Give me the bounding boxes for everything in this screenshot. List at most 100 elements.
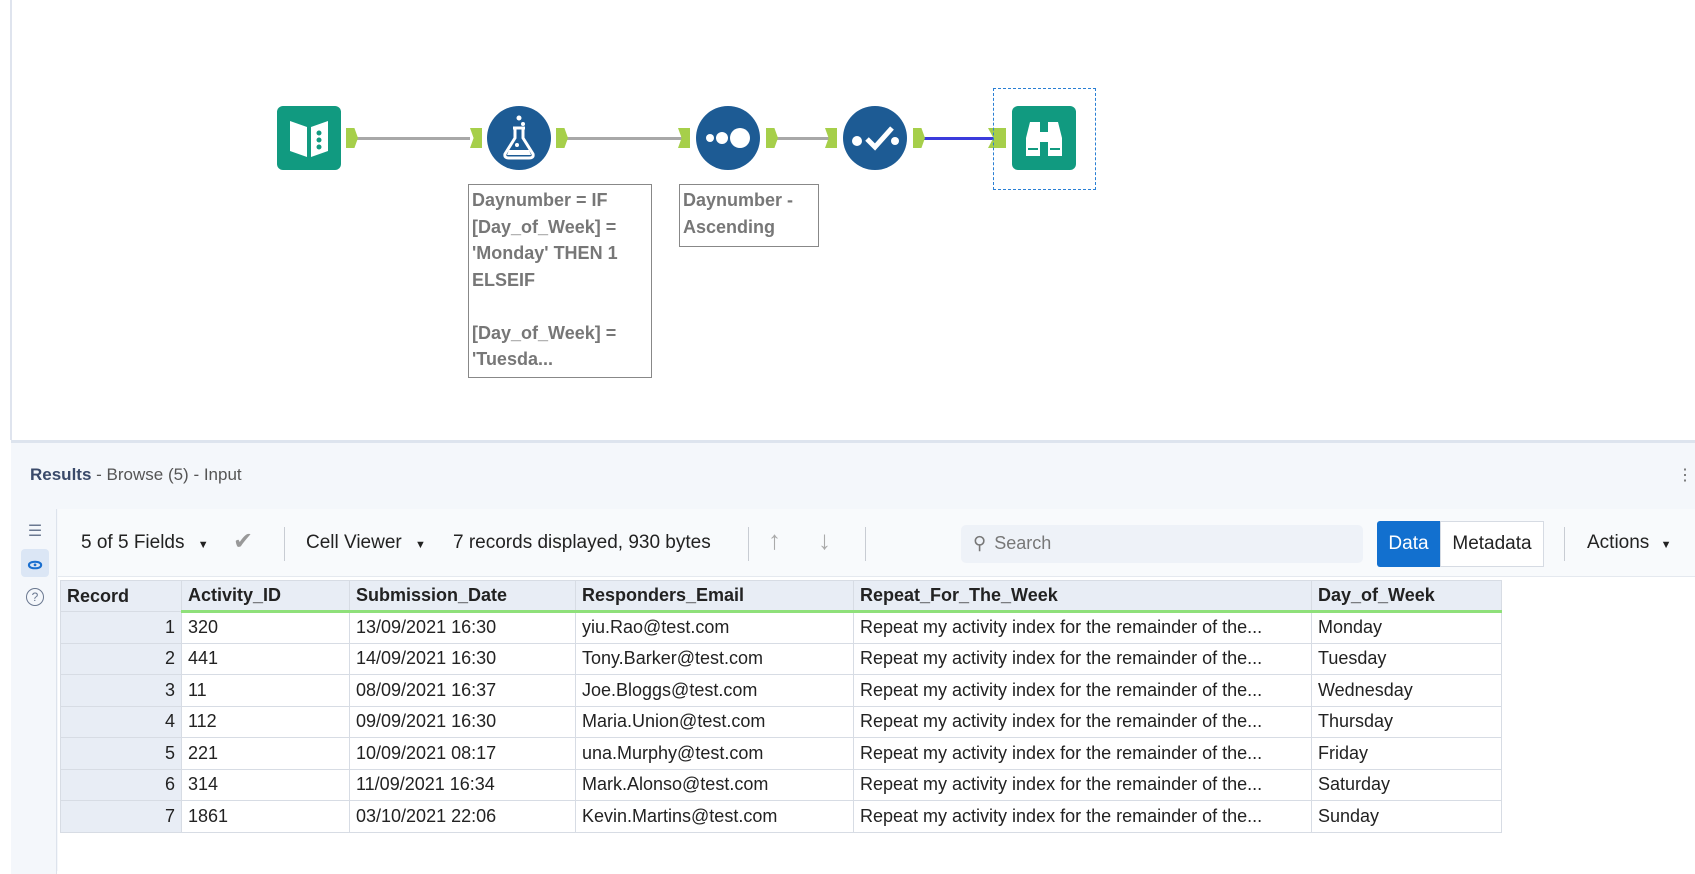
table-cell[interactable]: Wednesday [1311, 674, 1502, 707]
sort-tool[interactable] [696, 106, 760, 170]
record-number[interactable]: 3 [60, 674, 182, 707]
column-header-repeat-for-the-week[interactable]: Repeat_For_The_Week [853, 580, 1312, 613]
chevron-down-icon: ▼ [197, 539, 209, 551]
table-cell[interactable]: 11/09/2021 16:34 [349, 768, 576, 801]
table-cell[interactable]: 11 [181, 674, 350, 707]
connection-wire[interactable] [560, 137, 690, 140]
divider [748, 527, 749, 561]
table-cell[interactable]: Friday [1311, 737, 1502, 770]
actions-dropdown[interactable]: Actions ▼ [1587, 532, 1671, 554]
column-header-responders-email[interactable]: Responders_Email [575, 580, 854, 613]
formula-tool[interactable] [487, 106, 551, 170]
record-number[interactable]: 1 [60, 611, 182, 644]
results-title: Results - Browse (5) - Input [30, 465, 242, 484]
metadata-tab[interactable]: Metadata [1440, 521, 1544, 567]
table-cell[interactable]: Repeat my activity index for the remaind… [853, 705, 1312, 738]
cell-viewer-dropdown[interactable]: Cell Viewer ▼ [306, 532, 426, 554]
table-cell[interactable]: 441 [181, 642, 350, 675]
table-cell[interactable]: Maria.Union@test.com [575, 705, 854, 738]
record-number[interactable]: 6 [60, 768, 182, 801]
dots-icon [706, 128, 750, 148]
arrow-up-icon[interactable]: ↑ [768, 525, 781, 556]
table-row: 3 11 08/09/2021 16:37 Joe.Bloggs@test.com Re… [60, 674, 1502, 707]
table-cell[interactable]: Repeat my activity index for the remaind… [853, 737, 1312, 770]
table-row: 4 112 09/09/2021 16:30 Maria.Union@test.com… [60, 705, 1502, 738]
table-cell[interactable]: Saturday [1311, 768, 1502, 801]
table-cell[interactable]: 314 [181, 768, 350, 801]
table-cell[interactable]: una.Murphy@test.com [575, 737, 854, 770]
binoculars-icon[interactable]: ᯣ [21, 549, 49, 577]
column-header-submission-date[interactable]: Submission_Date [349, 580, 576, 613]
output-anchor[interactable] [346, 128, 358, 148]
select-tool[interactable] [843, 106, 907, 170]
output-anchor[interactable] [913, 128, 925, 148]
binoculars-icon [1026, 122, 1062, 156]
record-number[interactable]: 5 [60, 737, 182, 770]
fields-dropdown[interactable]: 5 of 5 Fields ▼ [81, 532, 209, 554]
table-row: 2 441 14/09/2021 16:30 Tony.Barker@test.com… [60, 642, 1502, 675]
table-cell[interactable]: 1861 [181, 800, 350, 833]
list-icon[interactable]: ☰ [21, 517, 49, 545]
table-cell[interactable]: Tony.Barker@test.com [575, 642, 854, 675]
sort-annotation[interactable]: Daynumber - Ascending [679, 184, 819, 247]
chevron-down-icon: ▼ [415, 539, 426, 551]
table-cell[interactable]: 10/09/2021 08:17 [349, 737, 576, 770]
book-icon [290, 121, 328, 157]
record-number[interactable]: 4 [60, 705, 182, 738]
help-icon[interactable]: ? [21, 583, 49, 611]
connection-wire[interactable] [350, 137, 470, 140]
table-cell[interactable]: Repeat my activity index for the remaind… [853, 768, 1312, 801]
table-cell[interactable]: Repeat my activity index for the remaind… [853, 800, 1312, 833]
table-row: 5 221 10/09/2021 08:17 una.Murphy@test.com R… [60, 737, 1502, 770]
table-row: 7 1861 03/10/2021 22:06 Kevin.Martins@test.… [60, 800, 1502, 833]
check-icon [852, 126, 899, 151]
table-cell[interactable]: 08/09/2021 16:37 [349, 674, 576, 707]
table-cell[interactable]: Sunday [1311, 800, 1502, 833]
table-cell[interactable]: Monday [1311, 611, 1502, 644]
formula-annotation[interactable]: Daynumber = IF [Day_of_Week] = 'Monday' … [468, 184, 652, 378]
table-cell[interactable]: Kevin.Martins@test.com [575, 800, 854, 833]
table-cell[interactable]: 13/09/2021 16:30 [349, 611, 576, 644]
chevron-down-icon: ▼ [1660, 539, 1672, 551]
results-panel: Results - Browse (5) - Input ⋮ ☰ ᯣ ? 5 o… [11, 440, 1695, 874]
table-cell[interactable]: 14/09/2021 16:30 [349, 642, 576, 675]
table-cell[interactable]: 09/09/2021 16:30 [349, 705, 576, 738]
output-anchor[interactable] [766, 128, 778, 148]
divider [865, 527, 866, 561]
table-cell[interactable]: Repeat my activity index for the remaind… [853, 674, 1312, 707]
table-cell[interactable]: Thursday [1311, 705, 1502, 738]
column-header-record[interactable]: Record [60, 580, 182, 612]
input-data-tool[interactable] [277, 106, 341, 170]
selected-connection-wire[interactable] [924, 137, 1002, 140]
output-anchor[interactable] [556, 128, 568, 148]
record-number[interactable]: 7 [60, 800, 182, 833]
table-cell[interactable]: Repeat my activity index for the remaind… [853, 611, 1312, 644]
flask-icon [503, 115, 535, 160]
search-input[interactable]: ⚲ Search [961, 525, 1363, 563]
data-tab[interactable]: Data [1377, 521, 1440, 567]
connection-wire[interactable] [777, 137, 837, 140]
table-cell[interactable]: Repeat my activity index for the remaind… [853, 642, 1312, 675]
table-cell[interactable]: yiu.Rao@test.com [575, 611, 854, 644]
table-cell[interactable]: 221 [181, 737, 350, 770]
workflow-canvas[interactable]: Daynumber = IF [Day_of_Week] = 'Monday' … [10, 0, 1695, 440]
browse-tool[interactable] [1012, 106, 1076, 170]
results-sidebar: ☰ ᯣ ? [11, 509, 57, 874]
more-options-icon[interactable]: ⋮ [1677, 465, 1693, 485]
table-cell[interactable]: 112 [181, 705, 350, 738]
arrow-down-icon[interactable]: ↓ [818, 525, 831, 556]
column-header-activity-id[interactable]: Activity_ID [181, 580, 350, 613]
apply-check-icon[interactable]: ✔ [233, 527, 253, 556]
table-cell[interactable]: Tuesday [1311, 642, 1502, 675]
search-icon: ⚲ [973, 533, 987, 553]
column-header-day-of-week[interactable]: Day_of_Week [1311, 580, 1502, 613]
results-table: Record Activity_ID Submission_Date Responde… [60, 580, 1502, 833]
table-row: 1 320 13/09/2021 16:30 yiu.Rao@test.com Repe… [60, 611, 1502, 644]
input-anchor[interactable] [470, 128, 482, 148]
table-cell[interactable]: 03/10/2021 22:06 [349, 800, 576, 833]
table-cell[interactable]: Mark.Alonso@test.com [575, 768, 854, 801]
results-main: 5 of 5 Fields ▼ ✔ Cell Viewer ▼ 7 record… [58, 509, 1695, 871]
record-number[interactable]: 2 [60, 642, 182, 675]
table-cell[interactable]: Joe.Bloggs@test.com [575, 674, 854, 707]
table-cell[interactable]: 320 [181, 611, 350, 644]
